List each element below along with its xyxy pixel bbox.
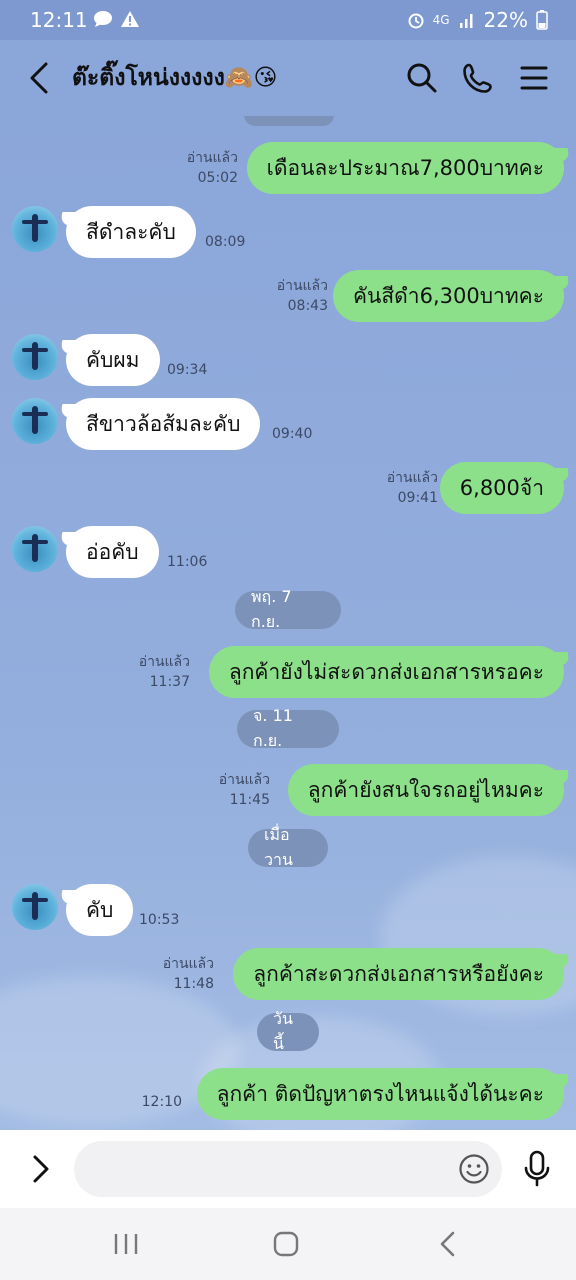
message-time: 05:02 xyxy=(197,170,238,186)
contact-avatar[interactable] xyxy=(12,206,58,252)
alarm-icon xyxy=(408,13,424,29)
message-time: 10:53 xyxy=(139,912,180,928)
message-time: 09:40 xyxy=(272,426,313,442)
read-receipt: อ่านแล้ว xyxy=(276,278,328,294)
date-separator: วันนี้ xyxy=(257,1009,319,1053)
battery-percent: 22% xyxy=(483,8,528,32)
contact-avatar[interactable] xyxy=(12,526,58,572)
message-bubble-outgoing[interactable]: ลูกค้ายังไม่สะดวกส่งเอกสารหรอคะ xyxy=(208,646,564,698)
message-bubble-outgoing[interactable]: ลูกค้ายังสนใจรถอยู่ไหมคะ xyxy=(287,764,564,816)
contact-avatar[interactable] xyxy=(12,884,58,930)
message-bubble-incoming[interactable]: สีขาวล้อส้มละคับ xyxy=(66,398,261,450)
message-bubble-outgoing[interactable]: เดือนละประมาณ7,800บาทคะ xyxy=(246,142,564,194)
read-receipt: อ่านแล้ว xyxy=(162,956,214,972)
message-time: 09:34 xyxy=(167,362,208,378)
message-bubble-incoming[interactable]: คับผม xyxy=(66,334,160,386)
message-time: 12:10 xyxy=(141,1094,182,1110)
message-bubble-outgoing[interactable]: คันสีดำ6,300บาทคะ xyxy=(332,270,564,322)
message-time: 11:45 xyxy=(229,792,270,808)
battery-icon xyxy=(536,10,548,30)
message-bubble-outgoing[interactable]: ลูกค้า ติดปัญหาตรงไหนแจ้งได้นะคะ xyxy=(196,1068,564,1120)
message-bubble-incoming[interactable]: อ่อคับ xyxy=(66,526,159,578)
back-arrow-icon[interactable] xyxy=(24,58,56,98)
menu-icon[interactable] xyxy=(516,60,552,96)
status-time: 12:11 xyxy=(30,8,88,32)
system-nav-bar xyxy=(0,1208,576,1280)
chat-title[interactable]: ต๊ะติ๊งโหน่งงงงง🙈😘 xyxy=(72,60,277,96)
date-separator: เมื่อวาน xyxy=(248,825,328,869)
home-icon[interactable] xyxy=(266,1228,306,1260)
microphone-icon[interactable] xyxy=(522,1150,552,1188)
message-bubble-incoming[interactable]: คับ xyxy=(66,884,134,936)
contact-avatar[interactable] xyxy=(12,398,58,444)
emoji-icon[interactable] xyxy=(458,1153,490,1185)
read-receipt: อ่านแล้ว xyxy=(386,470,438,486)
read-receipt: อ่านแล้ว xyxy=(138,654,190,670)
network-type: 4G xyxy=(432,13,450,27)
message-time: 11:48 xyxy=(173,976,214,992)
signal-icon xyxy=(459,14,473,28)
date-separator: จ. 11 ก.ย. xyxy=(237,706,339,750)
read-receipt: อ่านแล้ว xyxy=(186,150,238,166)
message-bubble-outgoing[interactable]: 6,800จ้า xyxy=(439,462,564,514)
message-bubble-outgoing[interactable]: ลูกค้าสะดวกส่งเอกสารหรือยังคะ xyxy=(233,948,564,1000)
date-separator-partial xyxy=(244,116,334,126)
contact-avatar[interactable] xyxy=(12,334,58,380)
message-time: 08:43 xyxy=(287,298,328,314)
chat-area[interactable]: อ่านแล้ว 05:02 เดือนละประมาณ7,800บาทคะ ส… xyxy=(0,116,576,1130)
chat-header: ต๊ะติ๊งโหน่งงงงง🙈😘 xyxy=(0,40,576,116)
chevron-right-icon[interactable] xyxy=(26,1152,56,1186)
message-input-bar xyxy=(0,1130,576,1208)
message-time: 08:09 xyxy=(205,234,246,250)
recent-apps-icon[interactable] xyxy=(106,1228,146,1260)
search-icon[interactable] xyxy=(404,60,440,96)
back-icon[interactable] xyxy=(428,1228,468,1260)
chat-bubble-icon xyxy=(94,11,112,27)
message-time: 09:41 xyxy=(397,490,438,506)
message-time: 11:37 xyxy=(149,674,190,690)
phone-icon[interactable] xyxy=(460,60,496,96)
warning-icon xyxy=(120,11,139,27)
date-separator: พฤ. 7 ก.ย. xyxy=(235,587,341,631)
read-receipt: อ่านแล้ว xyxy=(218,772,270,788)
message-bubble-incoming[interactable]: สีดำละคับ xyxy=(66,206,196,258)
message-input[interactable] xyxy=(74,1141,502,1197)
message-time: 11:06 xyxy=(167,554,208,570)
status-bar: 12:11 4G 22% xyxy=(0,0,576,40)
